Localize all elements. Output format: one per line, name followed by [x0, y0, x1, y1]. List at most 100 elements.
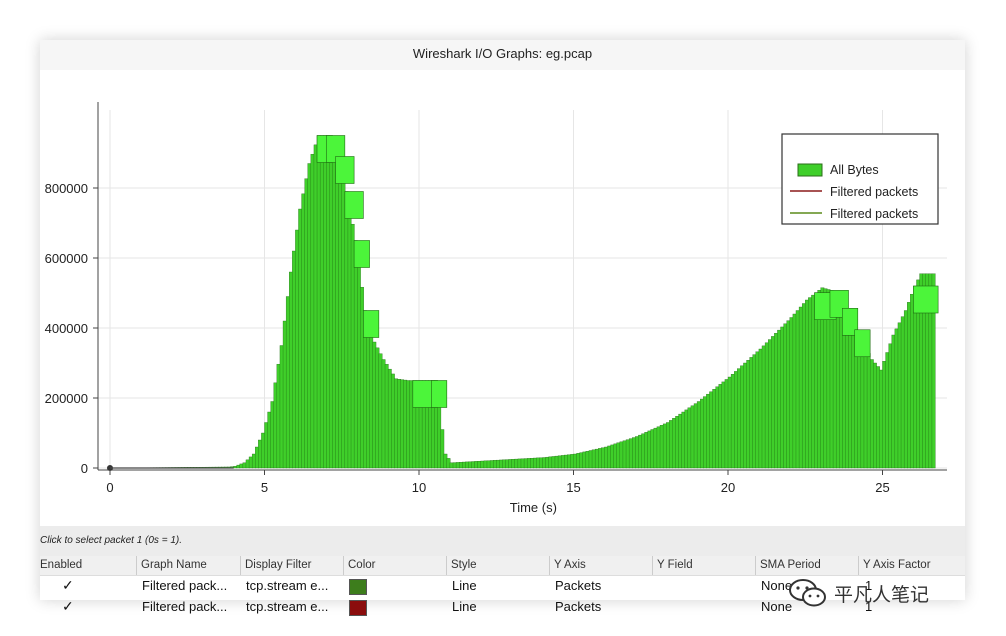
y-field-cell[interactable] — [658, 597, 748, 616]
all-bytes-bar — [236, 464, 241, 469]
all-bytes-bar — [499, 459, 503, 469]
header-style[interactable]: Style — [446, 556, 549, 575]
all-bytes-bar — [480, 460, 485, 469]
all-bytes-bar — [647, 430, 652, 469]
all-bytes-bar — [557, 455, 562, 469]
header-graph-name[interactable]: Graph Name — [136, 556, 239, 575]
all-bytes-bar — [440, 429, 445, 469]
header-y-axis-factor[interactable]: Y Axis Factor — [858, 556, 970, 575]
all-bytes-bar — [641, 433, 646, 469]
all-bytes-bar — [357, 263, 361, 469]
all-bytes-bar — [570, 454, 574, 469]
all-bytes-bar — [897, 322, 902, 469]
all-bytes-bar — [669, 420, 673, 469]
all-bytes-bar — [700, 398, 704, 469]
all-bytes-bar — [746, 360, 751, 469]
all-bytes-bar — [536, 457, 540, 469]
wechat-icon — [789, 579, 826, 607]
all-bytes-bar — [811, 294, 815, 469]
header-y-axis[interactable]: Y Axis — [549, 556, 652, 575]
graph-plot-area[interactable]: 0 5 10 15 20 25 0 200000 400000 600000 800000 Time… — [40, 70, 965, 526]
all-bytes-bar — [255, 446, 259, 469]
all-bytes-bar — [903, 310, 908, 469]
all-bytes-bar — [375, 347, 380, 469]
all-bytes-bar — [554, 455, 559, 469]
all-bytes-bar — [443, 453, 448, 469]
all-bytes-bar — [752, 354, 757, 469]
all-bytes-bar — [632, 437, 636, 469]
all-bytes-bar — [659, 425, 664, 469]
all-bytes-bar — [681, 411, 686, 469]
header-color[interactable]: Color — [343, 556, 446, 575]
style-cell[interactable]: Line — [452, 597, 542, 616]
all-bytes-bar — [715, 386, 720, 469]
all-bytes-bar — [879, 369, 883, 469]
all-bytes-bar — [233, 466, 238, 469]
status-bar: Click to select packet 1 (0s = 1). — [40, 526, 965, 556]
header-enabled[interactable]: Enabled — [40, 556, 136, 575]
style-cell[interactable]: Line — [452, 576, 542, 595]
all-bytes-bar — [650, 429, 655, 469]
y-axis-cell[interactable]: Packets — [555, 597, 645, 616]
chart-legend[interactable]: All Bytes Filtered packets Filtered pack… — [781, 133, 939, 225]
header-display-filter[interactable]: Display Filter — [240, 556, 344, 575]
all-bytes-bar — [248, 456, 253, 469]
header-sma-period[interactable]: SMA Period — [755, 556, 858, 575]
io-graphs-window: Wireshark I/O Graphs: eg.pcap 0 5 10 15 20 25… — [40, 40, 965, 616]
all-bytes-bar — [465, 461, 469, 469]
enabled-checkbox[interactable]: ✓ — [62, 576, 82, 595]
all-bytes-bar — [239, 463, 244, 469]
y-tick-label: 200000 — [45, 391, 88, 406]
all-bytes-bar — [446, 458, 451, 469]
all-bytes-highlight-block — [353, 240, 370, 268]
all-bytes-bar — [653, 427, 658, 469]
x-tick-label: 20 — [721, 480, 735, 495]
all-bytes-bar — [452, 462, 457, 469]
all-bytes-bar — [737, 368, 741, 469]
all-bytes-bar — [347, 207, 352, 469]
table-header-row: Enabled Graph Name Display Filter Color … — [40, 556, 965, 576]
all-bytes-bar — [384, 364, 389, 469]
y-axis-cell[interactable]: Packets — [555, 576, 645, 595]
all-bytes-bar — [258, 439, 262, 469]
graph-name-cell[interactable]: Filtered pack... — [142, 597, 238, 616]
all-bytes-bar — [273, 382, 278, 469]
graph-name-cell[interactable]: Filtered pack... — [142, 576, 238, 595]
all-bytes-bar — [437, 404, 442, 469]
all-bytes-bar — [533, 457, 537, 469]
all-bytes-bar — [888, 343, 893, 469]
color-swatch-green[interactable] — [349, 579, 367, 595]
all-bytes-bar — [505, 459, 510, 469]
color-swatch-red[interactable] — [349, 600, 367, 616]
all-bytes-bar — [771, 336, 775, 469]
all-bytes-bar — [767, 339, 772, 469]
all-bytes-bar — [598, 448, 602, 469]
io-graph-chart[interactable]: 0 5 10 15 20 25 0 200000 400000 600000 800000 Time… — [40, 70, 965, 526]
all-bytes-bar — [789, 317, 794, 469]
all-bytes-bar — [591, 449, 596, 469]
all-bytes-bar — [511, 459, 516, 469]
all-bytes-bar — [332, 149, 337, 469]
all-bytes-bar — [394, 378, 398, 469]
all-bytes-bar — [882, 361, 887, 469]
all-bytes-bar — [604, 446, 608, 469]
display-filter-cell[interactable]: tcp.stream e... — [246, 576, 342, 595]
all-bytes-bar — [341, 179, 346, 469]
all-bytes-bar — [474, 461, 479, 469]
all-bytes-bar — [338, 167, 343, 469]
all-bytes-bar — [335, 156, 340, 469]
display-filter-cell[interactable]: tcp.stream e... — [246, 597, 342, 616]
all-bytes-bar — [329, 142, 333, 469]
enabled-checkbox[interactable]: ✓ — [62, 597, 82, 616]
all-bytes-bar — [486, 460, 491, 469]
all-bytes-bar — [468, 461, 473, 469]
legend-label-all-bytes: All Bytes — [830, 163, 879, 177]
y-field-cell[interactable] — [658, 576, 748, 595]
all-bytes-bar — [449, 462, 454, 469]
all-bytes-bar — [743, 362, 748, 469]
all-bytes-bar — [638, 434, 642, 469]
header-y-field[interactable]: Y Field — [652, 556, 755, 575]
all-bytes-bar — [755, 351, 760, 469]
all-bytes-bar — [734, 371, 738, 469]
all-bytes-bar — [458, 462, 463, 469]
